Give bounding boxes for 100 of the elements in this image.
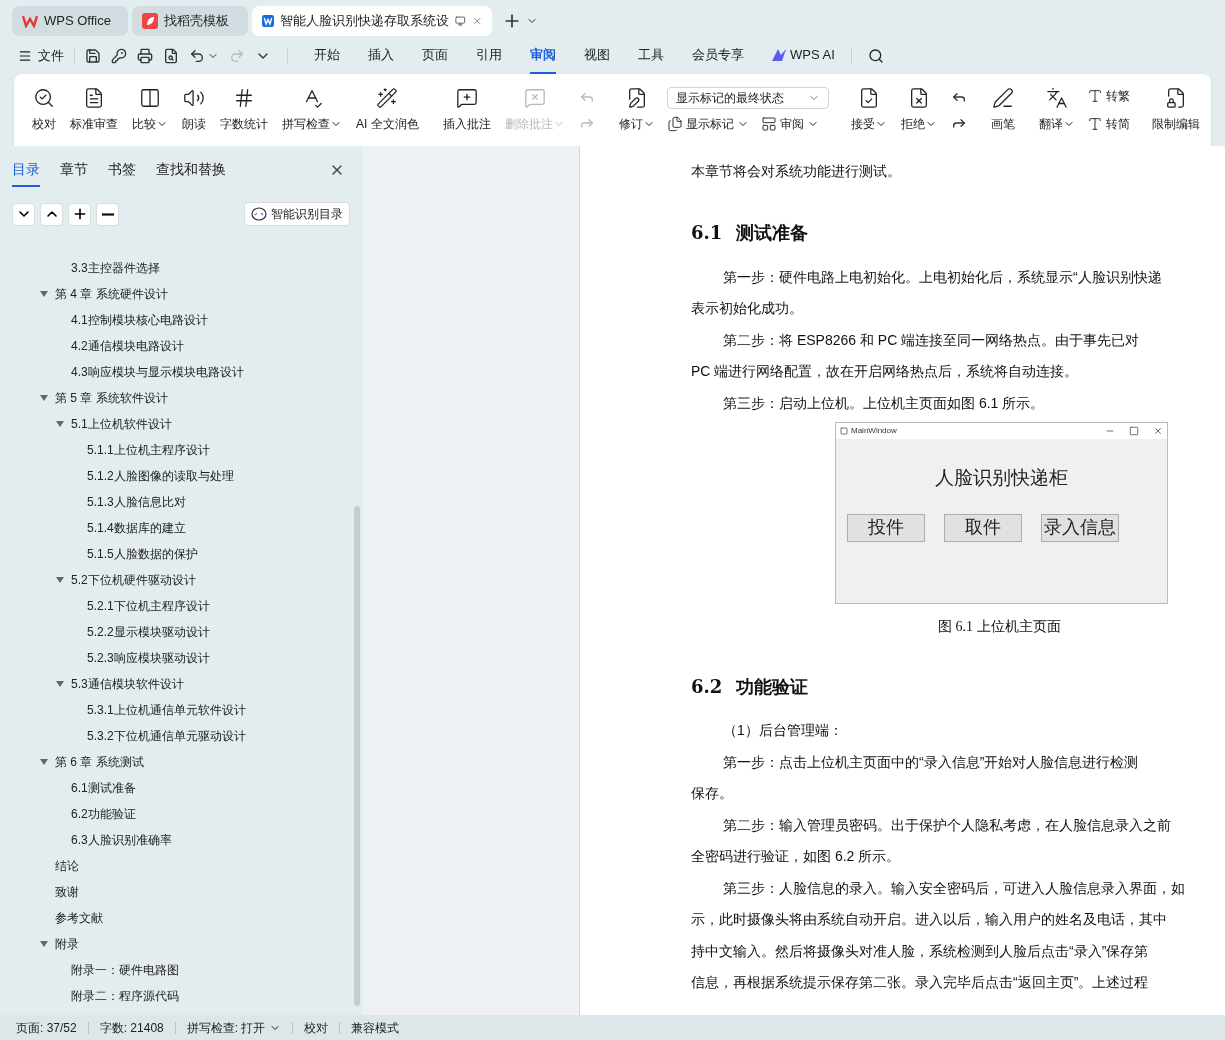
panel-tab[interactable]: 章节	[60, 153, 88, 187]
speaker-icon	[183, 87, 205, 109]
toc-item[interactable]: 5.2.2显示模块驱动设计	[0, 619, 363, 645]
panel-tab[interactable]: 查找和替换	[156, 153, 226, 187]
toc-item[interactable]: 5.1.4数据库的建立	[0, 515, 363, 541]
toc-item[interactable]: 结论	[0, 853, 363, 879]
ribbon-button[interactable]: 拼写检查	[276, 79, 348, 141]
status-item[interactable]: 拼写检查: 打开	[186, 1018, 282, 1037]
panel-tab[interactable]: 目录	[12, 153, 40, 187]
move-down-button[interactable]	[12, 202, 35, 226]
caret-icon[interactable]	[56, 680, 64, 688]
ribbon-tab[interactable]: WPS AI	[772, 38, 835, 74]
caret-icon[interactable]	[40, 394, 48, 402]
toc-item[interactable]: 附录一：硬件电路图	[0, 957, 363, 983]
promote-button[interactable]	[68, 202, 91, 226]
ribbon-small-button[interactable]: 审阅	[760, 115, 819, 133]
ribbon-tab[interactable]: 引用	[476, 38, 502, 74]
ribbon-tab[interactable]: 会员专享	[692, 38, 744, 74]
toc-item[interactable]: 5.3通信模块软件设计	[0, 671, 363, 697]
ribbon-tab[interactable]: 工具	[638, 38, 664, 74]
ribbon-button[interactable]: 标准审查	[64, 79, 124, 141]
caret-icon[interactable]	[40, 758, 48, 766]
close-icon	[1153, 426, 1163, 436]
toc-item[interactable]: 4.3响应模块与显示模块电路设计	[0, 359, 363, 385]
app-heading: 人脸识别快递柜	[935, 465, 1068, 490]
magic-wand-icon	[376, 87, 399, 109]
status-item[interactable]: 页面: 37/52	[16, 1018, 77, 1037]
toc-item[interactable]: 4.2通信模块电路设计	[0, 333, 363, 359]
ribbon-small-button[interactable]: 转繁	[1086, 87, 1130, 105]
demote-button[interactable]	[96, 202, 119, 226]
ribbon-tab[interactable]: 页面	[422, 38, 448, 74]
toc-item[interactable]: 5.1上位机软件设计	[0, 411, 363, 437]
print-preview-icon[interactable]	[163, 48, 179, 64]
ribbon-button[interactable]: AI 全文润色	[350, 79, 425, 141]
markup-select[interactable]: 显示标记的最终状态	[666, 87, 829, 109]
caret-icon[interactable]	[40, 290, 48, 298]
status-item[interactable]: 字数: 21408	[99, 1018, 164, 1037]
toc-item[interactable]: 5.2.3响应模块驱动设计	[0, 645, 363, 671]
toc-item[interactable]: 第 6 章 系统测试	[0, 749, 363, 775]
toc-item[interactable]: 第 4 章 系统硬件设计	[0, 281, 363, 307]
app-tab[interactable]: WPS Office	[12, 6, 128, 36]
smart-toc-button[interactable]: 智能识别目录	[244, 202, 350, 226]
search-icon[interactable]	[867, 48, 884, 64]
toc-item[interactable]: 5.1.3人脸信息比对	[0, 489, 363, 515]
key-icon[interactable]	[111, 48, 127, 64]
ribbon-button[interactable]: 限制编辑	[1145, 79, 1206, 141]
ribbon-small-button[interactable]: 转简	[1086, 115, 1130, 133]
paragraph-line: 第一步：硬件电路上电初始化。上电初始化后，系统显示“人脸识别快递	[722, 267, 1162, 287]
app-tab[interactable]: 找稻壳模板	[132, 6, 248, 36]
toc-item[interactable]: 5.2.1下位机主程序设计	[0, 593, 363, 619]
toc-item[interactable]: 附录二：程序源代码	[0, 983, 363, 1009]
monitor-icon[interactable]	[455, 14, 466, 28]
toc-item[interactable]: 6.2功能验证	[0, 801, 363, 827]
ribbon-tab[interactable]: 视图	[584, 38, 610, 74]
toc-item[interactable]: 4.1控制模块核心电路设计	[0, 307, 363, 333]
ribbon-button[interactable]: 翻译	[1032, 79, 1081, 141]
ribbon-button[interactable]: 拒绝	[894, 79, 943, 141]
menu-icon	[18, 49, 32, 63]
ribbon-button[interactable]: 插入批注	[436, 79, 497, 141]
toc-item[interactable]: 参考文献	[0, 905, 363, 931]
undo-icon[interactable]	[189, 48, 205, 64]
ribbon-button[interactable]: 朗读	[176, 79, 212, 141]
ribbon-button[interactable]: 比较	[126, 79, 174, 141]
toc-item[interactable]: 3.3主控器件选择	[0, 255, 363, 281]
figure-caption: 图 6.1 上位机主页面	[938, 618, 1061, 636]
caret-icon[interactable]	[40, 940, 48, 948]
toc-item[interactable]: 第 5 章 系统软件设计	[0, 385, 363, 411]
toc-item[interactable]: 5.3.1上位机通信单元软件设计	[0, 697, 363, 723]
caret-icon[interactable]	[56, 576, 64, 584]
toc-item[interactable]: 5.3.2下位机通信单元驱动设计	[0, 723, 363, 749]
status-item[interactable]: 校对	[304, 1018, 329, 1037]
status-item[interactable]: 兼容模式	[351, 1018, 400, 1037]
app-tab[interactable]: 智能人脸识别快递存取系统设	[252, 6, 492, 36]
ribbon-button[interactable]: 接受	[844, 79, 893, 141]
ribbon-tab[interactable]: 开始	[314, 38, 340, 74]
toc-item[interactable]: 致谢	[0, 879, 363, 905]
paragraph-line: 本章节将会对系统功能进行测试。	[691, 162, 901, 181]
logo-icon	[22, 14, 38, 28]
ribbon-button[interactable]: 校对	[26, 79, 62, 141]
toc-item[interactable]: 6.1测试准备	[0, 775, 363, 801]
toc-item[interactable]: 附录	[0, 931, 363, 957]
ribbon-tab[interactable]: 插入	[368, 38, 394, 74]
toc-item[interactable]: 5.2下位机硬件驱动设计	[0, 567, 363, 593]
ribbon-button[interactable]: 字数统计	[214, 79, 274, 141]
toc-item[interactable]: 6.3人脸识别准确率	[0, 827, 363, 853]
save-icon[interactable]	[85, 48, 101, 64]
ribbon-button[interactable]: 修订	[612, 79, 661, 141]
toc-item[interactable]: 5.1.1上位机主程序设计	[0, 437, 363, 463]
paragraph-line: 第三步：启动上位机。上位机主页面如图 6.1 所示。	[722, 393, 1045, 413]
document-icon	[83, 87, 105, 109]
move-up-button[interactable]	[40, 202, 63, 226]
caret-icon[interactable]	[56, 420, 64, 428]
ribbon-small-button[interactable]: 显示标记	[666, 115, 749, 133]
scrollbar[interactable]	[354, 506, 360, 1006]
print-icon[interactable]	[137, 48, 153, 64]
toc-item[interactable]: 5.1.5人脸数据的保护	[0, 541, 363, 567]
file-menu[interactable]: 文件	[18, 46, 64, 66]
panel-tab[interactable]: 书签	[108, 153, 136, 187]
ribbon-button[interactable]: 画笔	[984, 79, 1021, 141]
toc-item[interactable]: 5.1.2人脸图像的读取与处理	[0, 463, 363, 489]
